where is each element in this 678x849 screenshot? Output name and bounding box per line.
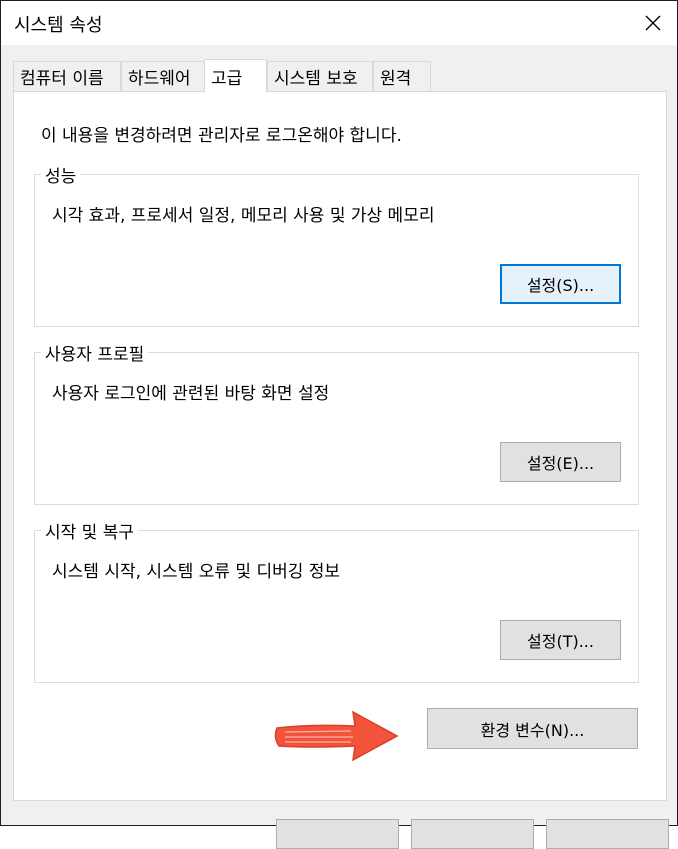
group-label-performance: 성능 — [41, 162, 81, 187]
ok-button[interactable] — [276, 819, 399, 849]
user-profiles-settings-button[interactable]: 설정(E)... — [500, 442, 621, 482]
tab-system-protection[interactable]: 시스템 보호 — [267, 61, 373, 91]
tab-computer-name[interactable]: 컴퓨터 이름 — [13, 61, 121, 91]
group-description: 시각 효과, 프로세서 일정, 메모리 사용 및 가상 메모리 — [52, 206, 435, 226]
tab-label: 고급 — [211, 69, 243, 89]
group-label-user-profiles: 사용자 프로필 — [41, 340, 149, 365]
window-title: 시스템 속성 — [14, 15, 103, 36]
user-profiles-group: 사용자 프로필 사용자 로그인에 관련된 바탕 화면 설정 설정(E)... — [34, 340, 639, 505]
tab-label: 원격 — [380, 69, 412, 89]
system-properties-window: 시스템 속성 컴퓨터 이름 하드웨어 고급 시스템 보호 원격 이 내용을 변경… — [0, 0, 678, 849]
tab-label: 시스템 보호 — [274, 69, 358, 89]
tab-advanced[interactable]: 고급 — [204, 59, 267, 93]
tab-label: 하드웨어 — [128, 69, 191, 89]
annotation-arrow-icon — [274, 710, 399, 762]
close-button[interactable] — [629, 1, 677, 45]
tab-remote[interactable]: 원격 — [373, 61, 431, 91]
close-icon — [645, 15, 661, 31]
tab-hardware[interactable]: 하드웨어 — [121, 61, 205, 91]
tab-label: 컴퓨터 이름 — [20, 69, 104, 89]
startup-recovery-group: 시작 및 복구 시스템 시작, 시스템 오류 및 디버깅 정보 설정(T)... — [34, 518, 639, 683]
title-bar: 시스템 속성 — [1, 1, 677, 45]
group-label-startup-recovery: 시작 및 복구 — [41, 518, 139, 543]
environment-variables-button[interactable]: 환경 변수(N)... — [427, 708, 638, 749]
apply-button[interactable] — [546, 819, 669, 849]
group-description: 시스템 시작, 시스템 오류 및 디버깅 정보 — [52, 562, 341, 582]
admin-notice: 이 내용을 변경하려면 관리자로 로그온해야 합니다. — [41, 126, 402, 146]
performance-settings-button[interactable]: 설정(S)... — [500, 264, 621, 304]
startup-recovery-settings-button[interactable]: 설정(T)... — [500, 620, 621, 660]
performance-group: 성능 시각 효과, 프로세서 일정, 메모리 사용 및 가상 메모리 설정(S)… — [34, 162, 639, 327]
group-description: 사용자 로그인에 관련된 바탕 화면 설정 — [52, 384, 330, 404]
cancel-button[interactable] — [411, 819, 534, 849]
